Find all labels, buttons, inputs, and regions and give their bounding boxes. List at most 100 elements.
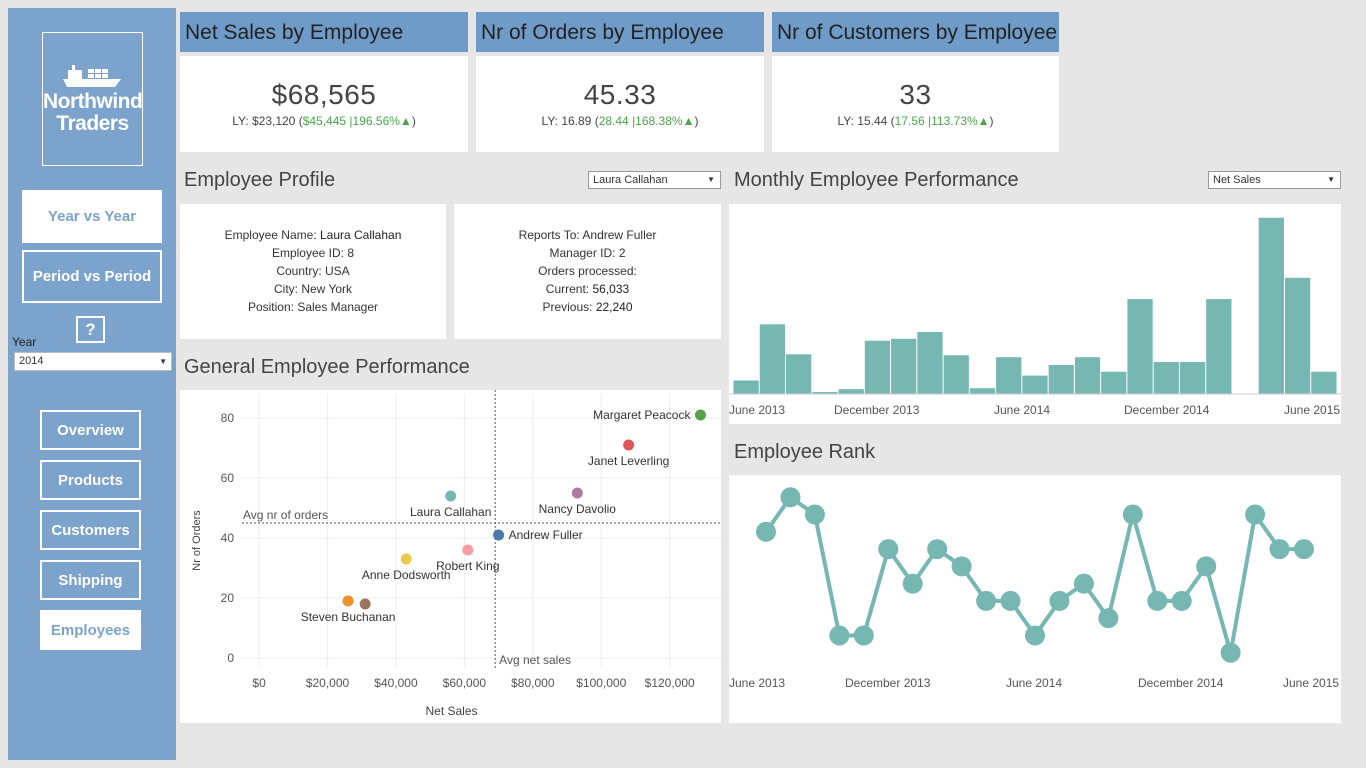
kpi-close: )	[411, 114, 416, 128]
kpi-pct: |168.38%	[632, 114, 683, 128]
x-tick-label: June 2014	[1006, 676, 1062, 690]
bar	[1258, 217, 1284, 394]
orders-processed-label: Orders processed:	[538, 264, 637, 278]
chevron-down-icon: ▼	[159, 357, 167, 366]
up-arrow-icon: ▲	[399, 114, 412, 128]
chevron-down-icon: ▼	[707, 175, 715, 184]
rank-point	[976, 590, 997, 611]
rank-point	[902, 573, 923, 594]
help-button[interactable]: ?	[76, 316, 105, 343]
profile-card-left: Employee Name: Laura Callahan Employee I…	[180, 204, 446, 339]
employee-name-label: Employee Name:	[224, 228, 320, 242]
employee-name-line: Employee Name: Laura Callahan	[180, 226, 446, 244]
bar	[891, 338, 917, 394]
metric-select[interactable]: Net Sales ▼	[1208, 171, 1341, 189]
y-tick-label: 60	[221, 471, 235, 485]
point-label: Janet Leverling	[588, 454, 669, 468]
x-tick-label: June 2013	[729, 676, 785, 690]
year-vs-year-button[interactable]: Year vs Year	[22, 190, 162, 243]
bar	[759, 324, 786, 394]
x-tick-label: $120,000	[645, 676, 695, 690]
employee-select[interactable]: Laura Callahan ▼	[588, 171, 721, 189]
employee-id: Employee ID: 8	[271, 246, 355, 260]
kpi-orders-title: Nr of Orders by Employee	[476, 12, 764, 52]
rank-point	[1171, 590, 1192, 611]
bar	[1311, 371, 1337, 394]
bar	[1101, 371, 1127, 394]
rank-point	[1073, 573, 1094, 594]
general-performance-scatter: 0 20 40 60 80 $0 $20,000 $40,000 $60,000 $80,000 $…	[191, 390, 721, 718]
rank-point	[1196, 556, 1217, 577]
profile-card-right: Reports To: Andrew Fuller Manager ID: 2 …	[454, 204, 721, 339]
rank-point	[1122, 504, 1143, 525]
x-tick-label: December 2013	[845, 676, 931, 690]
kpi-net-sales-title: Net Sales by Employee	[180, 12, 468, 52]
rank-point	[1269, 539, 1290, 560]
bar	[1284, 277, 1311, 394]
kpi-customers-card: 33 LY: 15.44 (17.56 |113.73%▲)	[772, 56, 1059, 152]
rank-point	[1000, 590, 1021, 611]
period-vs-period-button[interactable]: Period vs Period	[22, 250, 162, 303]
rank-point	[1025, 625, 1045, 646]
monthly-bar-chart: June 2013 December 2013 June 2014 December …	[729, 217, 1341, 417]
rank-point	[1147, 590, 1168, 611]
employee-name: Laura Callahan	[319, 228, 402, 242]
monthly-performance-title: Monthly Employee Performance	[734, 169, 1019, 191]
kpi-value: 45.33	[583, 79, 657, 110]
x-tick-label: $0	[252, 676, 266, 690]
rank-point	[878, 539, 899, 560]
kpi-delta: $45,445	[302, 114, 347, 128]
x-tick-label: December 2013	[834, 403, 920, 417]
nav-shipping[interactable]: Shipping	[40, 560, 141, 600]
orders-current-label: Current:	[545, 282, 593, 296]
rank-point	[1220, 642, 1241, 663]
rank-chart-panel: June 2013 December 2013 June 2014 December …	[729, 475, 1341, 723]
kpi-delta: 28.44	[598, 114, 629, 128]
employee-rank-title: Employee Rank	[734, 441, 876, 463]
dashboard: Northwind Traders Year vs Year Period vs…	[0, 0, 1366, 768]
kpi-close: )	[694, 114, 699, 128]
manager-id: Manager ID: 2	[549, 246, 626, 260]
bar	[917, 332, 943, 394]
rank-point	[756, 521, 776, 542]
bar	[733, 380, 759, 394]
x-tick-label: December 2014	[1138, 676, 1224, 690]
year-value: 2014	[19, 355, 44, 367]
year-select[interactable]: 2014 ▼	[14, 352, 172, 371]
bar	[1153, 362, 1179, 394]
monthly-chart-panel: June 2013 December 2013 June 2014 December …	[729, 204, 1341, 424]
orders-current: 56,033	[592, 282, 630, 296]
rank-point	[853, 625, 874, 646]
rank-point	[780, 487, 801, 508]
avg-orders-label: Avg nr of orders	[243, 508, 328, 522]
rank-point	[804, 504, 825, 525]
logo-text: Northwind Traders	[43, 91, 143, 135]
point-label: Margaret Peacock	[593, 408, 691, 422]
y-tick-label: 80	[221, 411, 235, 425]
up-arrow-icon: ▲	[977, 114, 990, 128]
x-tick-label: June 2015	[1283, 676, 1339, 690]
x-tick-label: June 2013	[729, 403, 785, 417]
scatter-point	[400, 553, 412, 565]
year-label: Year	[12, 335, 37, 349]
avg-sales-label: Avg net sales	[499, 653, 571, 667]
x-tick-label: $80,000	[511, 676, 555, 690]
rank-point	[1049, 590, 1070, 611]
kpi-delta: 17.56	[894, 114, 925, 128]
scatter-point	[342, 595, 354, 607]
kpi-value: 33	[899, 79, 932, 110]
nav-overview[interactable]: Overview	[40, 410, 141, 450]
nav-products[interactable]: Products	[40, 460, 141, 500]
bar	[838, 389, 864, 394]
nav-customers[interactable]: Customers	[40, 510, 141, 550]
point-label: Steven Buchanan	[301, 610, 396, 624]
general-performance-title: General Employee Performance	[184, 356, 470, 378]
kpi-ly: LY: $23,120 (	[232, 114, 303, 128]
x-axis-label: Net Sales	[425, 704, 477, 718]
kpi-pct: |196.56%	[349, 114, 400, 128]
rank-point	[951, 556, 972, 577]
kpi-ly: LY: 16.89 (	[541, 114, 599, 128]
employee-rank-line-chart: June 2013 December 2013 June 2014 December …	[729, 487, 1339, 690]
nav-employees[interactable]: Employees	[40, 610, 141, 650]
orders-current-line: Current: 56,033	[454, 280, 721, 298]
